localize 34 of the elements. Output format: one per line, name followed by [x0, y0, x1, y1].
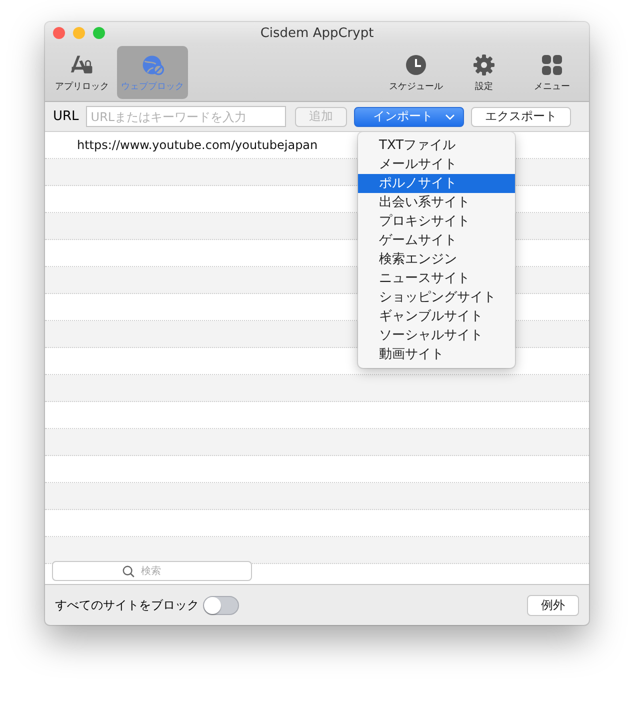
menu-item[interactable]: ギャンブルサイト — [358, 307, 515, 326]
search-field[interactable]: 検索 — [52, 561, 252, 581]
menu-item[interactable]: 検索エンジン — [358, 250, 515, 269]
toolbar-button[interactable]: 設定 — [451, 46, 517, 99]
url-label: URL — [53, 109, 79, 124]
export-button[interactable]: エクスポート — [470, 106, 571, 126]
menu-item[interactable]: ゲームサイト — [358, 231, 515, 250]
minimize-button[interactable] — [73, 27, 85, 39]
menu-item[interactable]: 出会い系サイト — [358, 193, 515, 212]
menu-item[interactable]: ニュースサイト — [358, 269, 515, 288]
toolbar-button[interactable]: メニュー — [519, 46, 585, 99]
menu-item[interactable]: メールサイト — [358, 155, 515, 174]
menu-item[interactable]: TXTファイル — [358, 136, 515, 155]
window-title: Cisdem AppCrypt — [260, 26, 374, 40]
menu-item[interactable]: ショッピングサイト — [358, 288, 515, 307]
menu-item[interactable]: 動画サイト — [358, 345, 515, 364]
menu-item[interactable]: ポルノサイト — [358, 174, 515, 193]
toolbar-tab[interactable]: アプリロック — [49, 46, 115, 99]
zoom-button[interactable] — [93, 27, 105, 39]
menu-icon — [539, 52, 565, 76]
url-field[interactable]: URLまたはキーワードを入力 — [86, 106, 286, 127]
toolbar-button[interactable]: スケジュール — [383, 46, 449, 99]
block-all-toggle[interactable] — [203, 596, 239, 614]
site-url[interactable]: https://www.youtube.com/youtubejapan — [45, 138, 318, 152]
clock-icon — [403, 52, 429, 76]
menu-item[interactable]: ソーシャルサイト — [358, 326, 515, 345]
close-button[interactable] — [53, 27, 65, 39]
block-all-label: すべてのサイトをブロック — [55, 596, 199, 614]
caret-icon — [444, 114, 455, 120]
exceptions-button[interactable]: 例外 — [527, 594, 579, 616]
menu-item[interactable]: プロキシサイト — [358, 212, 515, 231]
settings-icon — [471, 52, 497, 76]
search-icon — [122, 565, 135, 578]
app-lock-icon — [69, 52, 95, 76]
